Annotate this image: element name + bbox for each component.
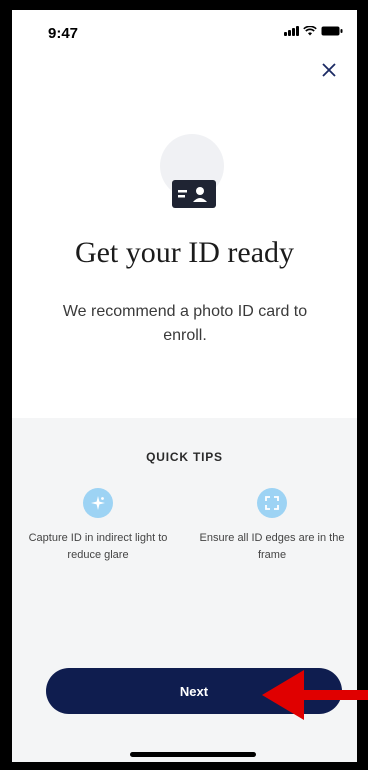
tip-item: Capture ID in indirect light to reduce g…	[18, 488, 178, 564]
id-card-icon	[172, 180, 216, 208]
phone-frame: 9:47 Get your ID ready We recommend a ph…	[0, 0, 368, 770]
frame-corners-icon	[257, 488, 287, 518]
app-screen: 9:47 Get your ID ready We recommend a ph…	[12, 10, 357, 762]
signal-icon	[284, 26, 299, 36]
tip-text: Capture ID in indirect light to reduce g…	[28, 532, 168, 561]
annotation-arrow-icon	[262, 670, 368, 720]
quick-tips-title: QUICK TIPS	[146, 450, 223, 464]
close-icon	[322, 63, 336, 77]
page-subtitle: We recommend a photo ID card to enroll.	[62, 303, 308, 344]
wifi-icon	[303, 26, 317, 36]
battery-icon	[321, 26, 343, 36]
status-bar: 9:47	[12, 10, 357, 54]
tip-text: Ensure all ID edges are in the frame	[199, 532, 345, 561]
tip-item: Ensure all ID edges are in the frame	[192, 488, 352, 564]
status-icons	[284, 26, 343, 36]
sparkle-icon	[83, 488, 113, 518]
home-indicator	[130, 752, 256, 757]
close-button[interactable]	[319, 62, 339, 82]
status-time: 9:47	[48, 25, 79, 42]
page-title: Get your ID ready	[74, 236, 295, 269]
